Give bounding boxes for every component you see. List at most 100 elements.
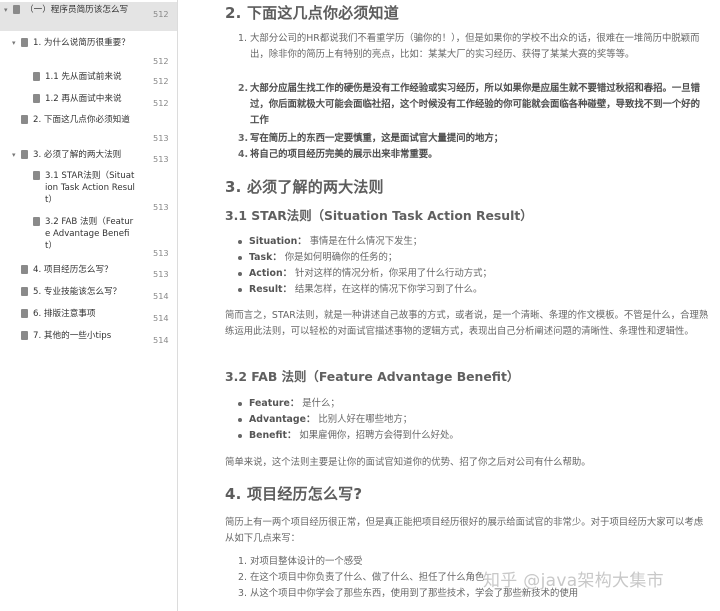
bookmark-icon — [33, 171, 40, 180]
list-number: 2. — [238, 572, 247, 583]
toc-page-number: 513 — [153, 154, 169, 164]
paragraph-project-intro: 简历上有一两个项目经历很正常，但是真正能把项目经历很好的展示给面试官的非常少。对… — [225, 517, 704, 544]
toc-page-number: 514 — [153, 291, 169, 301]
toc-item-fab-rule[interactable]: 3.2 FAB 法则（Feature Advantage Benefit） 51… — [24, 216, 177, 258]
list-number: 1. — [238, 33, 247, 44]
paragraph-fab-summary: 简单来说，这个法则主要是让你的面试官知道你的优势、招了你之后对公司有什么帮助。 — [225, 457, 591, 468]
toc-item-tips[interactable]: 7. 其他的一些小tips 514 — [12, 330, 177, 345]
toc-item-label: 3.2 FAB 法则（Feature Advantage Benefit） — [45, 217, 134, 251]
term: Result： — [249, 284, 292, 295]
definition: 针对这样的情况分析，你采用了什么行动方式； — [294, 268, 492, 279]
subsection-heading-star: 3.1 STAR法则（Situation Task Action Result） — [225, 208, 533, 223]
term: Situation： — [249, 236, 307, 247]
toc-item-label: 2. 下面这几点你必须知道 — [33, 115, 130, 125]
list-item: Action： 针对这样的情况分析，你采用了什么行动方式； — [238, 266, 705, 282]
bookmark-icon — [21, 309, 28, 318]
list-text: 大部分公司的HR都说我们不看重学历（骗你的！），但是如果你的学校不出众的话，很难… — [250, 33, 700, 60]
list-item: Task： 你是如何明确你的任务的； — [238, 250, 705, 266]
toc-page-number: 513 — [153, 248, 169, 258]
list-text: 对项目整体设计的一个感受 — [250, 556, 363, 567]
list-text: 大部分应届生找工作的硬伤是没有工作经验或实习经历，所以如果你是应届生就不要错过秋… — [250, 83, 701, 126]
list-text: 将自己的项目经历完美的展示出来非常重要。 — [250, 149, 438, 160]
watermark: 知乎 @java架构大集市 — [483, 571, 664, 591]
chevron-down-icon[interactable]: ▾ — [4, 4, 13, 16]
toc-page-number: 514 — [153, 313, 169, 323]
bullet-dot — [238, 434, 242, 438]
list-text: 在这个项目中你负责了什么、做了什么、担任了什么角色 — [250, 572, 485, 583]
bullet-dot — [238, 240, 242, 244]
bullet-dot — [238, 272, 242, 276]
list-number: 4. — [238, 149, 249, 160]
toc-item-before-interview[interactable]: 1.1 先从面试前来说 512 — [24, 71, 177, 86]
toc-page-number: 512 — [153, 76, 169, 86]
document-page: 2. 下面这几点你必须知道 1. 大部分公司的HR都说我们不看重学历（骗你的！）… — [178, 0, 720, 611]
bookmark-icon — [33, 94, 40, 103]
bullet-dot — [238, 256, 242, 260]
list-number: 3. — [238, 588, 247, 599]
bullet-dot — [238, 288, 242, 292]
list-item: 1. 大部分公司的HR都说我们不看重学历（骗你的！），但是如果你的学校不出众的话… — [238, 31, 706, 63]
list-item: Feature： 是什么； — [238, 396, 705, 412]
toc-item-project-experience[interactable]: 4. 项目经历怎么写？ 513 — [12, 264, 177, 279]
section-heading-two-rules: 3. 必须了解的两大法则 — [225, 178, 384, 196]
paragraph-star-summary: 简而言之，STAR法则，就是一种讲述自己故事的方式，或者说，是一个清晰、条理的作… — [225, 310, 709, 337]
toc-page-number: 512 — [153, 56, 169, 66]
list-item: Benefit： 如果雇佣你，招聘方会得到什么好处。 — [238, 428, 705, 444]
bookmark-icon — [33, 217, 40, 226]
toc-page-number: 513 — [153, 269, 169, 279]
toc-item-label: 1. 为什么说简历很重要？ — [33, 38, 130, 48]
chevron-down-icon[interactable]: ▾ — [12, 37, 21, 49]
toc-item-skills[interactable]: 5. 专业技能该怎么写？ 514 — [12, 286, 177, 301]
toc-item-label: 3.1 STAR法则（Situation Task Action Result） — [45, 171, 135, 205]
toc-item-resume[interactable]: ▾ （一）程序员简历该怎么写 512 — [0, 2, 177, 31]
bookmark-icon — [21, 265, 28, 274]
list-item: Situation： 事情是在什么情况下发生； — [238, 234, 705, 250]
toc-item-must-know[interactable]: 2. 下面这几点你必须知道 513 — [12, 114, 177, 143]
bullet-dot — [238, 402, 242, 406]
toc-item-label: （一）程序员简历该怎么写 — [25, 5, 129, 15]
toc-page-number: 512 — [153, 98, 169, 108]
bookmark-icon — [21, 115, 28, 124]
chevron-down-icon[interactable]: ▾ — [12, 149, 21, 161]
definition: 结果怎样，在这样的情况下你学习到了什么。 — [294, 284, 483, 295]
bookmark-icon — [21, 287, 28, 296]
term: Feature： — [249, 398, 300, 409]
toc-page-number: 513 — [153, 202, 169, 212]
list-number: 3. — [238, 133, 249, 144]
bookmark-icon — [33, 72, 40, 81]
definition: 事情是在什么情况下发生； — [309, 236, 423, 247]
toc-page-number: 512 — [153, 9, 169, 19]
list-item: 3. 写在简历上的东西一定要慎重，这是面试官大量提问的地方； — [238, 131, 706, 147]
list-text: 写在简历上的东西一定要慎重，这是面试官大量提问的地方； — [250, 133, 504, 144]
list-item: Result： 结果怎样，在这样的情况下你学习到了什么。 — [238, 282, 705, 298]
toc-page-number: 513 — [153, 133, 169, 143]
term: Task： — [249, 252, 282, 263]
toc-page-number: 514 — [153, 335, 169, 345]
toc-item-during-interview[interactable]: 1.2 再从面试中来说 512 — [24, 93, 177, 108]
term: Advantage： — [249, 414, 316, 425]
definition: 比别人好在哪些地方； — [318, 414, 413, 425]
bookmark-icon — [21, 331, 28, 340]
bookmark-icon — [21, 150, 28, 159]
term: Action： — [249, 268, 292, 279]
section-heading-must-know: 2. 下面这几点你必须知道 — [225, 4, 399, 22]
definition: 你是如何明确你的任务的； — [284, 252, 398, 263]
list-item: Advantage： 比别人好在哪些地方； — [238, 412, 705, 428]
bookmark-icon — [13, 5, 20, 14]
toc-item-layout-notes[interactable]: 6. 排版注意事项 514 — [12, 308, 177, 323]
outline-pane: ▾ （一）程序员简历该怎么写 512 ▾ 1. 为什么说简历很重要？ 512 1… — [0, 0, 178, 611]
definition: 如果雇佣你，招聘方会得到什么好处。 — [299, 430, 459, 441]
bullet-dot — [238, 418, 242, 422]
definition: 是什么； — [302, 398, 340, 409]
subsection-heading-fab: 3.2 FAB 法则（Feature Advantage Benefit） — [225, 369, 520, 384]
list-number: 1. — [238, 556, 247, 567]
bookmark-icon — [21, 38, 28, 47]
toc-item-two-rules[interactable]: ▾ 3. 必须了解的两大法则 513 — [12, 149, 177, 164]
list-number: 2. — [238, 83, 249, 94]
list-item: 2. 大部分应届生找工作的硬伤是没有工作经验或实习经历，所以如果你是应届生就不要… — [238, 81, 706, 129]
toc-item-star-rule[interactable]: 3.1 STAR法则（Situation Task Action Result）… — [24, 170, 177, 212]
toc-item-why-important[interactable]: ▾ 1. 为什么说简历很重要？ 512 — [12, 37, 177, 66]
section-heading-project: 4. 项目经历怎么写? — [225, 485, 363, 503]
list-item: 4. 将自己的项目经历完美的展示出来非常重要。 — [238, 147, 706, 163]
term: Benefit： — [249, 430, 297, 441]
